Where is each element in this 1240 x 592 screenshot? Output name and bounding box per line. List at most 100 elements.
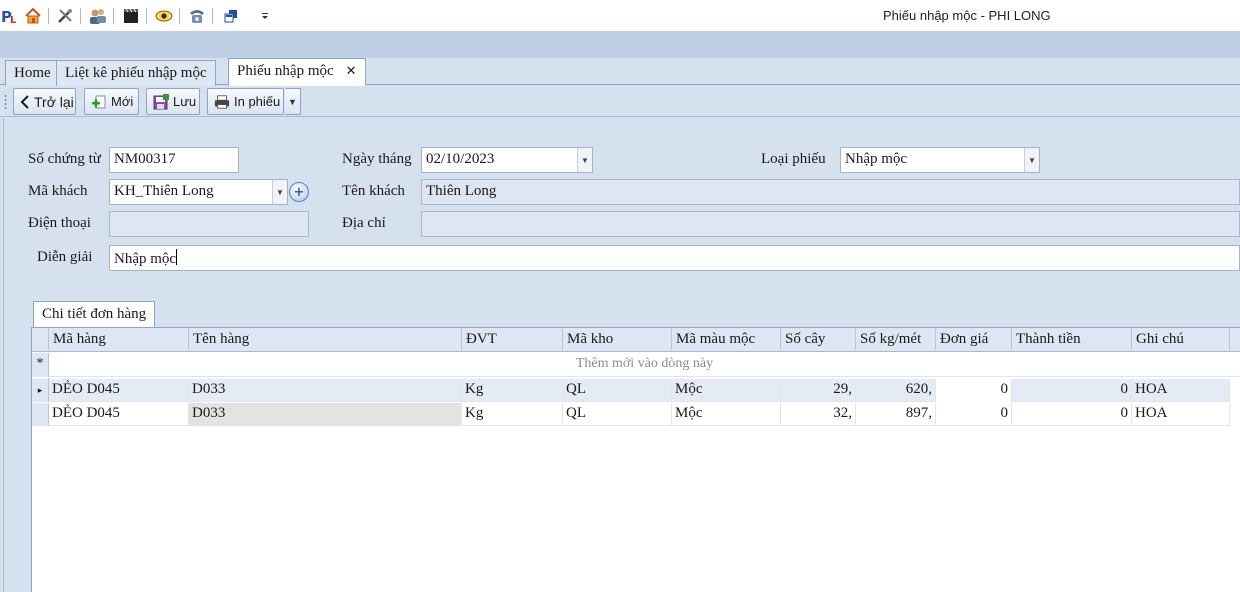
row-indicator[interactable]: [32, 403, 49, 426]
app-logo-icon[interactable]: PL: [0, 6, 20, 26]
col-header-ma-kho[interactable]: Mã kho: [563, 328, 672, 352]
save-button[interactable]: Lưu: [146, 88, 200, 115]
cell-dvt[interactable]: Kg: [462, 403, 563, 426]
new-button[interactable]: Mới: [84, 88, 139, 115]
col-header-ma-hang[interactable]: Mã hàng: [49, 328, 189, 352]
toolbar: Trở lại Mới Lưu In phiếu ▼: [0, 86, 1240, 117]
print-dropdown-button[interactable]: ▼: [285, 88, 301, 115]
col-header-ghi-chu[interactable]: Ghi chú: [1132, 328, 1230, 352]
so-chung-tu-input[interactable]: NM00317: [109, 147, 239, 173]
cell-ma-hang[interactable]: DẺO D045: [49, 403, 189, 426]
cell-dvt[interactable]: Kg: [462, 379, 563, 402]
dien-giai-label: Diễn giải: [37, 249, 93, 265]
dien-thoai-label: Điện thoại: [28, 215, 91, 231]
ma-khach-dropdown-button[interactable]: ▼: [272, 179, 288, 205]
tab-label: Liệt kê phiếu nhập mộc: [65, 65, 207, 81]
new-row[interactable]: Thêm mới vào dòng này: [49, 353, 1240, 377]
customize-icon[interactable]: [255, 6, 275, 26]
windows-icon[interactable]: [221, 6, 241, 26]
svg-text:L: L: [10, 15, 17, 25]
cell-ma-mau-moc[interactable]: Mộc: [672, 379, 781, 402]
detail-grid: Mã hàng Tên hàng ĐVT Mã kho Mã màu mộc S…: [31, 327, 1240, 592]
cell-thanh-tien[interactable]: 0: [1012, 379, 1132, 402]
header-indicator-cell: [32, 328, 49, 352]
cell-ghi-chu[interactable]: HOA: [1132, 379, 1230, 402]
cell-ghi-chu[interactable]: HOA: [1132, 403, 1230, 426]
col-header-so-cay[interactable]: Số cây: [781, 328, 856, 352]
chevron-down-icon: ▼: [1028, 155, 1036, 165]
dia-chi-field: [421, 211, 1240, 237]
cell-ma-kho[interactable]: QL: [563, 403, 672, 426]
film-icon[interactable]: [121, 6, 141, 26]
cell-don-gia[interactable]: 0: [936, 403, 1012, 426]
cell-ma-kho[interactable]: QL: [563, 379, 672, 402]
col-header-so-kg-met[interactable]: Số kg/mét: [856, 328, 936, 352]
tab-chi-tiet-don-hang[interactable]: Chi tiết đơn hàng: [33, 301, 156, 327]
tab-label: Phiếu nhập mộc: [237, 63, 334, 79]
toolbar-grip-icon[interactable]: [4, 94, 7, 110]
date-dropdown-button[interactable]: ▼: [577, 147, 593, 173]
cell-thanh-tien[interactable]: 0: [1012, 403, 1132, 426]
col-header-don-gia[interactable]: Đơn giá: [936, 328, 1012, 352]
dien-giai-value: Nhập mộc: [114, 251, 177, 267]
dien-thoai-field: [109, 211, 309, 237]
col-header-ten-hang[interactable]: Tên hàng: [189, 328, 462, 352]
ten-khach-label: Tên khách: [342, 183, 405, 199]
cell-ten-hang[interactable]: D033: [189, 379, 462, 402]
close-icon[interactable]: ✕: [346, 64, 357, 79]
window-title: Phiếu nhập mộc - PHI LONG: [883, 8, 1051, 23]
home-icon[interactable]: [23, 6, 43, 26]
dia-chi-label: Địa chỉ: [342, 215, 386, 231]
tab-home[interactable]: Home: [5, 60, 60, 86]
col-header-thanh-tien[interactable]: Thành tiền: [1012, 328, 1132, 352]
tab-liet-ke-phieu-nhap-moc[interactable]: Liệt kê phiếu nhập mộc: [56, 60, 216, 86]
table-row[interactable]: DẺO D045 D033 Kg QL Mộc 29, 620, 0 0 HOA: [49, 379, 1230, 402]
add-document-icon: [91, 94, 107, 110]
current-row-indicator[interactable]: ▸: [32, 379, 49, 402]
chevron-down-icon: ▼: [288, 96, 297, 107]
dien-giai-input[interactable]: Nhập mộc: [109, 245, 1240, 271]
save-icon: [153, 93, 169, 110]
cell-ma-mau-moc[interactable]: Mộc: [672, 403, 781, 426]
tab-label: Home: [14, 65, 51, 81]
ma-khach-label: Mã khách: [28, 183, 88, 199]
cell-don-gia[interactable]: 0: [936, 379, 1012, 402]
cell-so-kg-met[interactable]: 620,: [856, 379, 936, 402]
phone-icon[interactable]: [187, 6, 207, 26]
ma-khach-select[interactable]: KH_Thiên Long: [109, 179, 273, 205]
chevron-down-icon: ▼: [276, 187, 284, 197]
cell-ma-hang[interactable]: DẺO D045: [49, 379, 189, 402]
back-label: Trở lại: [34, 93, 74, 110]
loai-phieu-select[interactable]: Nhập mộc: [840, 147, 1025, 173]
print-button[interactable]: In phiếu: [207, 88, 284, 115]
title-bar: PL Phiếu nhập mộc - PHI LONG: [0, 0, 1240, 31]
users-icon[interactable]: [88, 6, 108, 26]
chevron-left-icon: [20, 94, 30, 110]
loai-phieu-dropdown-button[interactable]: ▼: [1024, 147, 1040, 173]
ngay-thang-label: Ngày tháng: [342, 151, 412, 167]
cell-so-kg-met[interactable]: 897,: [856, 403, 936, 426]
col-header-dvt[interactable]: ĐVT: [462, 328, 563, 352]
cell-so-cay[interactable]: 29,: [781, 379, 856, 402]
grid-header: Mã hàng Tên hàng ĐVT Mã kho Mã màu mộc S…: [32, 328, 1240, 352]
tools-icon[interactable]: [55, 6, 75, 26]
ten-khach-field: Thiên Long: [421, 179, 1240, 205]
printer-icon: [214, 94, 230, 110]
eye-icon[interactable]: [154, 6, 174, 26]
add-customer-icon[interactable]: +: [289, 182, 309, 202]
print-label: In phiếu: [234, 94, 281, 109]
cell-so-cay[interactable]: 32,: [781, 403, 856, 426]
cell-ten-hang[interactable]: D033: [189, 403, 462, 426]
chevron-down-icon: ▼: [581, 155, 589, 165]
back-button[interactable]: Trở lại: [13, 88, 76, 115]
col-header-ma-mau-moc[interactable]: Mã màu mộc: [672, 328, 781, 352]
text-caret: [176, 249, 178, 265]
tab-phieu-nhap-moc[interactable]: Phiếu nhập mộc ✕: [228, 58, 366, 86]
table-row[interactable]: DẺO D045 D033 Kg QL Mộc 32, 897, 0 0 HOA: [49, 403, 1230, 426]
ngay-thang-input[interactable]: 02/10/2023: [421, 147, 578, 173]
loai-phieu-label: Loại phiếu: [761, 151, 826, 167]
so-chung-tu-label: Số chứng từ: [28, 151, 101, 167]
new-label: Mới: [111, 94, 134, 109]
new-row-indicator[interactable]: *: [32, 353, 49, 377]
ribbon-band: [0, 31, 1240, 58]
